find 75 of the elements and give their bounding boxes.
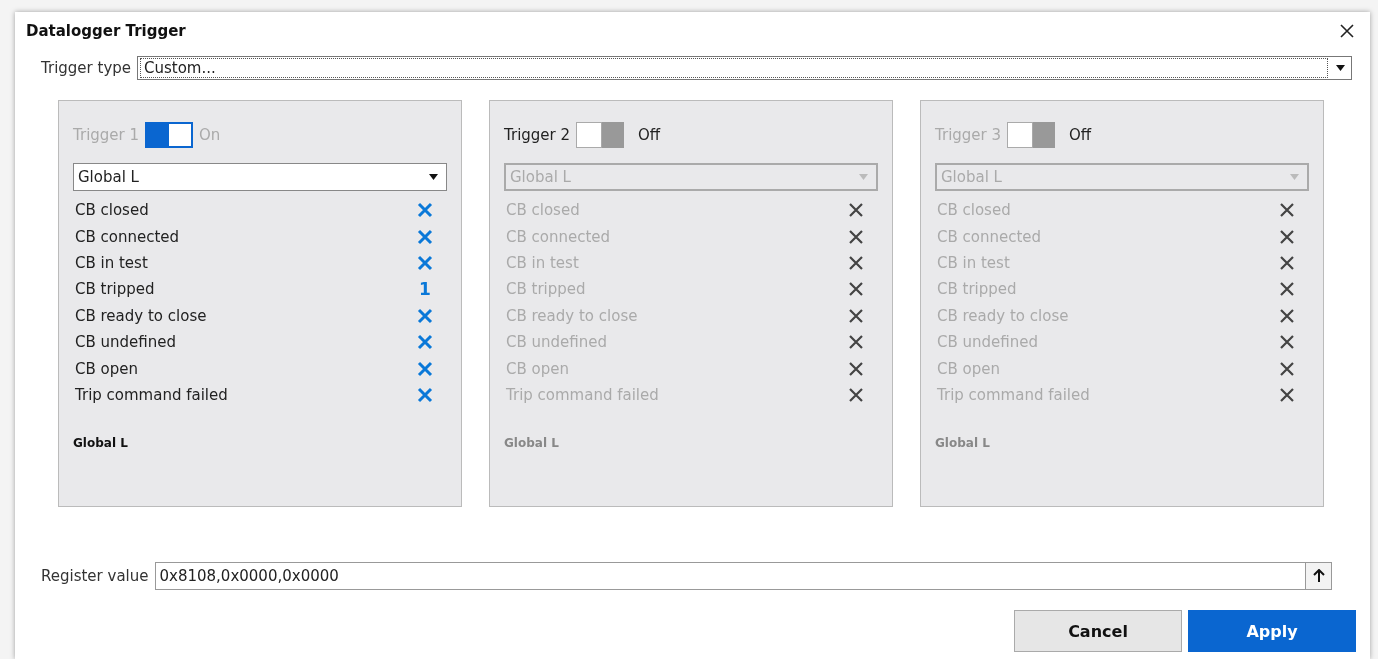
condition-label: CB undefined [506, 333, 607, 352]
cross-icon [417, 307, 433, 324]
condition-value[interactable]: 1 [417, 279, 433, 300]
condition-label: Trip command failed [937, 385, 1090, 404]
condition-label: Trip command failed [506, 385, 659, 404]
toggle-state: On [199, 126, 221, 144]
condition-label: CB tripped [75, 280, 155, 299]
cross-icon [848, 334, 864, 351]
cross-icon [417, 360, 433, 377]
condition-label: CB in test [506, 253, 579, 272]
register-field[interactable]: 0x8108,0x0000,0x0000 [154, 562, 1332, 590]
cross-icon [417, 202, 433, 219]
condition-label: CB tripped [506, 280, 586, 299]
cross-icon [417, 334, 433, 351]
cross-icon [848, 281, 864, 298]
condition-label: CB in test [75, 253, 148, 272]
condition-label: CB in test [937, 253, 1010, 272]
cross-icon [848, 254, 864, 271]
toggle-switch[interactable] [1007, 122, 1056, 148]
cross-icon [417, 254, 433, 271]
trigger-label: Trigger 1 [73, 126, 140, 144]
condition-label: Trip command failed [75, 385, 228, 404]
apply-button[interactable]: Apply [1188, 610, 1356, 652]
condition-label: CB closed [506, 201, 580, 220]
condition-label: CB open [506, 359, 569, 378]
trigger-label: Trigger 2 [504, 126, 571, 144]
footer-label: Global L [73, 436, 129, 451]
cross-icon [1279, 281, 1295, 298]
field-label: Register value [41, 567, 149, 585]
cross-icon [848, 307, 864, 324]
toggle-state: Off [1069, 126, 1092, 144]
condition-label: CB connected [506, 227, 611, 246]
cross-icon [417, 386, 433, 403]
toggle-switch[interactable] [145, 122, 194, 148]
caret-icon [429, 174, 438, 180]
condition-label: CB ready to close [506, 306, 638, 325]
condition-label: CB open [937, 359, 1000, 378]
cross-icon [848, 386, 864, 403]
cross-icon [848, 202, 864, 219]
condition-label: CB closed [75, 201, 149, 220]
condition-label: CB open [75, 359, 138, 378]
cross-icon [848, 228, 864, 245]
condition-label: CB ready to close [75, 306, 207, 325]
condition-label: CB connected [937, 227, 1042, 246]
footer-label: Global L [504, 436, 560, 451]
cross-icon [1279, 334, 1295, 351]
trigger-type-dropdown[interactable]: Custom... [137, 56, 1352, 80]
condition-label: CB ready to close [937, 306, 1069, 325]
toggle-state: Off [638, 126, 661, 144]
trigger-label: Trigger 3 [935, 126, 1002, 144]
up-arrow-icon [1312, 569, 1325, 583]
caret-icon [859, 174, 868, 180]
window-title: Datalogger Trigger [26, 22, 186, 40]
condition-label: CB closed [937, 201, 1011, 220]
toggle-switch[interactable] [576, 122, 625, 148]
cancel-button[interactable]: Cancel [1014, 610, 1182, 652]
condition-label: CB tripped [937, 280, 1017, 299]
cross-icon [1279, 228, 1295, 245]
cross-icon [1279, 254, 1295, 271]
condition-label: CB undefined [937, 333, 1038, 352]
cross-icon [1279, 360, 1295, 377]
caret-icon [1290, 174, 1299, 180]
source-dropdown[interactable]: Global L [73, 163, 447, 191]
cross-icon [417, 228, 433, 245]
field-label: Trigger type [41, 59, 131, 77]
condition-label: CB undefined [75, 333, 176, 352]
cross-icon [1279, 307, 1295, 324]
cross-icon [1279, 386, 1295, 403]
condition-label: CB connected [75, 227, 180, 246]
cross-icon [848, 360, 864, 377]
cross-icon [1279, 202, 1295, 219]
up-arrow-button[interactable] [1305, 563, 1331, 589]
footer-label: Global L [935, 436, 991, 451]
close-button[interactable] [1338, 22, 1356, 40]
caret-icon [1336, 65, 1345, 71]
